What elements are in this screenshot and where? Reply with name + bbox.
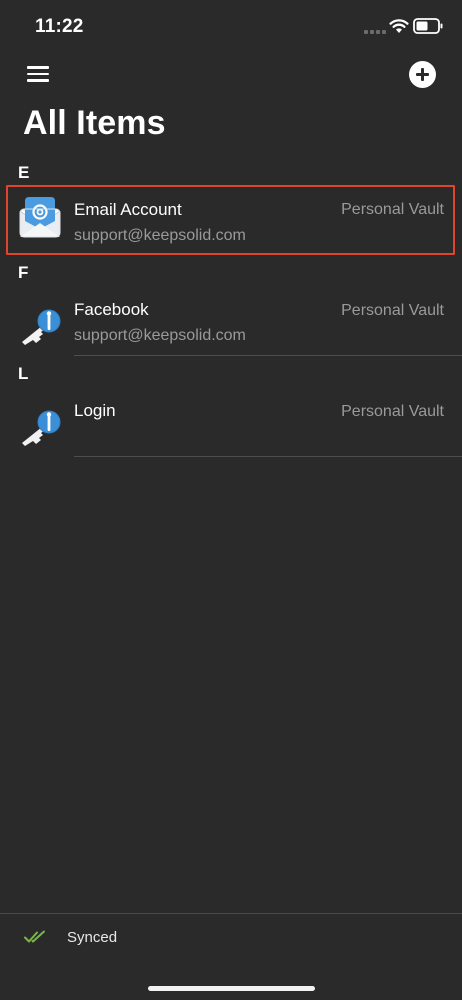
cellular-signal-icon [364,29,386,35]
add-item-button[interactable] [409,61,436,88]
item-subtitle: support@keepsolid.com [74,227,246,244]
list-divider [74,456,462,457]
status-time: 11:22 [35,16,84,37]
item-title: Email Account [74,200,182,219]
home-indicator[interactable] [148,986,315,991]
battery-icon [413,18,443,34]
section-header-f: F [18,263,29,282]
wifi-icon [389,19,409,33]
status-bar: 11:22 [0,0,462,56]
key-icon [22,410,61,446]
email-envelope-icon [19,197,61,238]
list-item-login[interactable]: Login Personal Vault [0,387,462,483]
section-header-e: E [18,163,30,182]
app-screen: 11:22 All Items E Email Account support@… [0,0,462,1000]
item-vault-label: Personal Vault [341,302,444,319]
item-title: Login [74,401,116,420]
list-divider [74,355,462,356]
key-icon [22,309,61,345]
sync-status-label: Synced [67,929,118,946]
item-vault-label: Personal Vault [341,201,444,218]
footer-divider [0,913,462,914]
menu-button[interactable] [27,64,51,84]
item-vault-label: Personal Vault [341,403,444,420]
page-title: All Items [23,104,166,142]
item-title: Facebook [74,300,149,319]
list-item-facebook[interactable]: Facebook support@keepsolid.com Personal … [0,286,462,382]
section-header-l: L [18,364,29,383]
list-item-email-account[interactable]: Email Account support@keepsolid.com Pers… [0,185,462,281]
double-check-icon [24,930,45,943]
item-subtitle: support@keepsolid.com [74,327,246,344]
